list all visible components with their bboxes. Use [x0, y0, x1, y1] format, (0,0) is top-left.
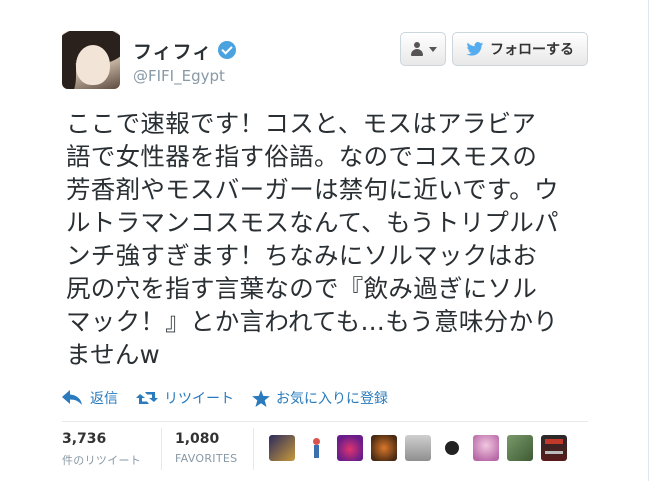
favoriter-avatars [269, 435, 575, 461]
favoriter-avatar[interactable] [507, 435, 533, 461]
favoriter-avatar[interactable] [303, 435, 329, 461]
divider [62, 421, 588, 422]
star-icon [252, 389, 270, 407]
favoriter-avatar[interactable] [371, 435, 397, 461]
follow-button-label: フォローする [490, 42, 574, 58]
retweet-stat[interactable]: 3,736 件のリツイート [62, 431, 141, 468]
tweet-card: フィフィ @FIFI_Egypt フォローする ここで速報です！コスと、モスはア… [0, 0, 649, 481]
favoriter-avatar[interactable] [541, 435, 567, 461]
favorite-stat[interactable]: 1,080 FAVORITES [175, 431, 237, 465]
stat-separator [253, 428, 254, 470]
reply-label: 返信 [90, 391, 118, 407]
display-name[interactable]: フィフィ [133, 37, 212, 64]
favorite-count: 1,080 [175, 431, 220, 447]
user-icon [410, 42, 424, 56]
favoriter-avatar[interactable] [405, 435, 431, 461]
tweet-actions: 返信 リツイート お気に入りに登録 [62, 388, 406, 408]
retweet-icon [136, 392, 158, 404]
retweet-count-label: 件のリツイート [62, 454, 142, 467]
retweet-count: 3,736 [62, 431, 107, 447]
stat-separator [161, 428, 162, 470]
twitter-bird-icon [466, 42, 484, 56]
reply-icon [62, 390, 82, 405]
favorite-count-label: FAVORITES [175, 452, 238, 465]
user-actions-button[interactable] [400, 32, 446, 66]
follow-button[interactable]: フォローする [452, 32, 588, 66]
favorite-action[interactable]: お気に入りに登録 [252, 388, 388, 408]
retweet-action[interactable]: リツイート [136, 388, 234, 408]
retweet-label: リツイート [164, 391, 234, 407]
user-handle[interactable]: @FIFI_Egypt [133, 67, 225, 85]
favoriter-avatar[interactable] [473, 435, 499, 461]
favoriter-avatar[interactable] [269, 435, 295, 461]
verified-badge-icon [218, 41, 237, 59]
reply-action[interactable]: 返信 [62, 388, 118, 408]
tweet-text: ここで速報です！コスと、モスはアラビア 語で女性器を指す俗語。なのでコスモスの … [66, 109, 559, 369]
favoriter-avatar[interactable] [439, 435, 465, 461]
avatar[interactable] [62, 31, 120, 89]
favoriter-avatar[interactable] [337, 435, 363, 461]
favorite-label: お気に入りに登録 [276, 391, 388, 407]
name-row: フィフィ [133, 35, 237, 65]
caret-down-icon [428, 46, 437, 52]
